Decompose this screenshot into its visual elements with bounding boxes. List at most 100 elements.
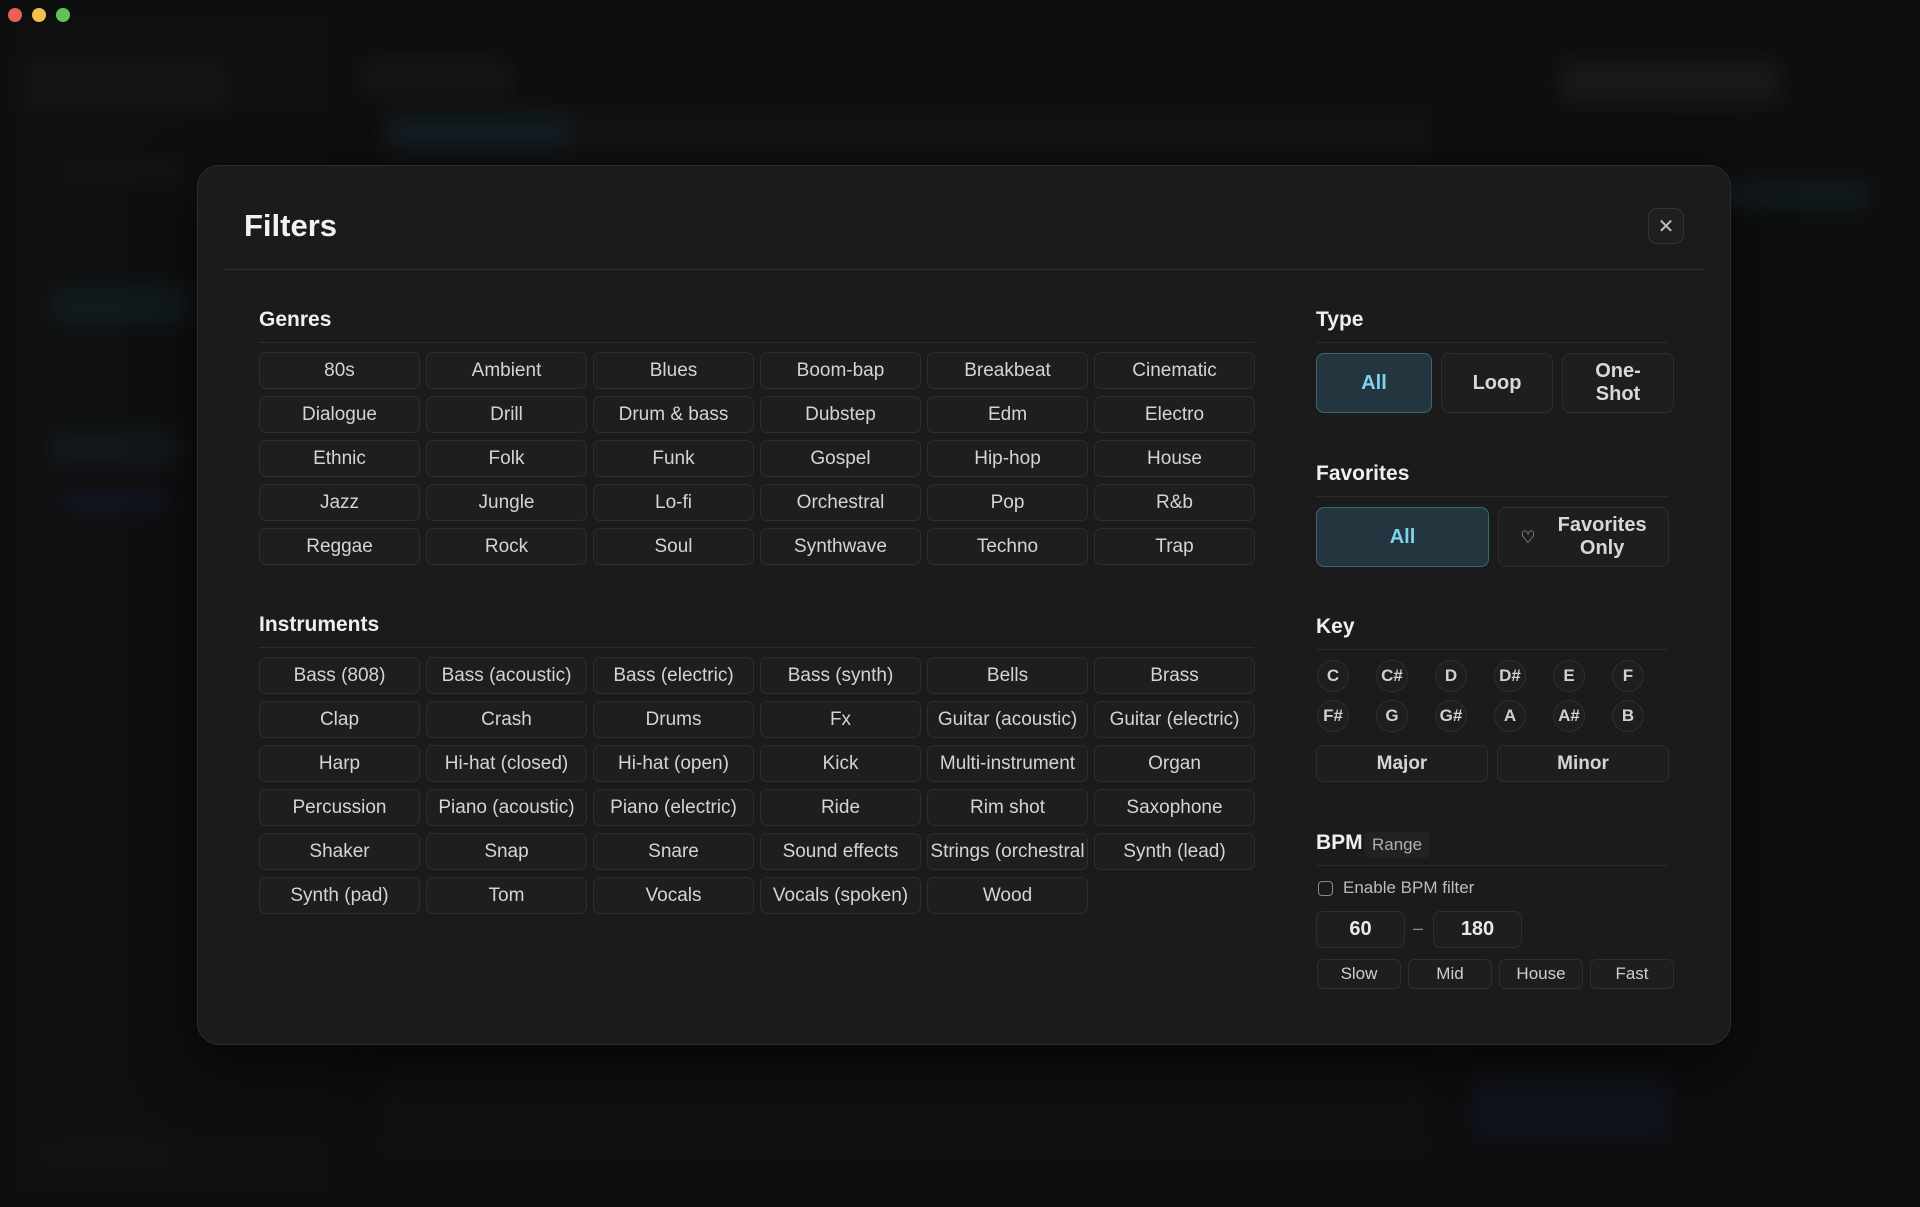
genre-chip-synthwave[interactable]: Synthwave	[760, 528, 921, 565]
instrument-chip-kick[interactable]: Kick	[760, 745, 921, 782]
instrument-chip-bass-acoustic[interactable]: Bass (acoustic)	[426, 657, 587, 694]
genre-chip-techno[interactable]: Techno	[927, 528, 1088, 565]
genre-chip-jazz[interactable]: Jazz	[259, 484, 420, 521]
genre-chip-dialogue[interactable]: Dialogue	[259, 396, 420, 433]
bpm-preset-slow-button[interactable]: Slow	[1317, 959, 1401, 989]
favorites-only-button[interactable]: ♡ Favorites Only	[1498, 507, 1669, 567]
zoom-window-button[interactable]	[56, 8, 70, 22]
key-note-a[interactable]: A	[1494, 700, 1526, 732]
genre-chip-boom-bap[interactable]: Boom-bap	[760, 352, 921, 389]
genre-chip-drill[interactable]: Drill	[426, 396, 587, 433]
key-note-c-sharp[interactable]: C#	[1376, 660, 1408, 692]
genre-chip-reggae[interactable]: Reggae	[259, 528, 420, 565]
instrument-chip-snap[interactable]: Snap	[426, 833, 587, 870]
key-note-f-sharp[interactable]: F#	[1317, 700, 1349, 732]
instrument-chip-rim-shot[interactable]: Rim shot	[927, 789, 1088, 826]
instrument-chip-vocals[interactable]: Vocals	[593, 877, 754, 914]
bpm-min-input[interactable]: 60	[1316, 911, 1405, 948]
genre-chip-lo-fi[interactable]: Lo-fi	[593, 484, 754, 521]
type-one-shot-button[interactable]: One- Shot	[1562, 353, 1674, 413]
instrument-chip-fx[interactable]: Fx	[760, 701, 921, 738]
type-all-button[interactable]: All	[1316, 353, 1432, 413]
key-mode-minor-button[interactable]: Minor	[1497, 745, 1669, 782]
key-note-d[interactable]: D	[1435, 660, 1467, 692]
genre-chip-rock[interactable]: Rock	[426, 528, 587, 565]
genre-chip-soul[interactable]: Soul	[593, 528, 754, 565]
instrument-chip-guitar-acoustic[interactable]: Guitar (acoustic)	[927, 701, 1088, 738]
genre-chip-blues[interactable]: Blues	[593, 352, 754, 389]
genre-chip-hip-hop[interactable]: Hip-hop	[927, 440, 1088, 477]
genre-chip-orchestral[interactable]: Orchestral	[760, 484, 921, 521]
instrument-chip-saxophone[interactable]: Saxophone	[1094, 789, 1255, 826]
genre-chip-gospel[interactable]: Gospel	[760, 440, 921, 477]
genre-chip-trap[interactable]: Trap	[1094, 528, 1255, 565]
key-note-e[interactable]: E	[1553, 660, 1585, 692]
instrument-chip-hi-hat-closed[interactable]: Hi-hat (closed)	[426, 745, 587, 782]
key-note-b[interactable]: B	[1612, 700, 1644, 732]
key-note-f[interactable]: F	[1612, 660, 1644, 692]
genre-chip-pop[interactable]: Pop	[927, 484, 1088, 521]
enable-bpm-checkbox[interactable]	[1318, 880, 1333, 896]
instrument-chip-piano-acoustic[interactable]: Piano (acoustic)	[426, 789, 587, 826]
bpm-preset-fast-button[interactable]: Fast	[1590, 959, 1674, 989]
genre-chip-electro[interactable]: Electro	[1094, 396, 1255, 433]
instrument-chip-multi-instrument[interactable]: Multi-instrument	[927, 745, 1088, 782]
instrument-chip-brass[interactable]: Brass	[1094, 657, 1255, 694]
instrument-chip-bass-electric[interactable]: Bass (electric)	[593, 657, 754, 694]
key-note-g-sharp[interactable]: G#	[1435, 700, 1467, 732]
key-title: Key	[1316, 615, 1355, 638]
bpm-preset-mid-button[interactable]: Mid	[1408, 959, 1492, 989]
genre-chip-dubstep[interactable]: Dubstep	[760, 396, 921, 433]
genre-chip-80s[interactable]: 80s	[259, 352, 420, 389]
instrument-chip-crash[interactable]: Crash	[426, 701, 587, 738]
key-note-d-sharp[interactable]: D#	[1494, 660, 1526, 692]
instrument-chip-ride[interactable]: Ride	[760, 789, 921, 826]
instrument-chip-sound-effects[interactable]: Sound effects	[760, 833, 921, 870]
genre-chip-cinematic[interactable]: Cinematic	[1094, 352, 1255, 389]
close-icon: ✕	[1657, 215, 1675, 238]
genre-chip-breakbeat[interactable]: Breakbeat	[927, 352, 1088, 389]
instrument-chip-snare[interactable]: Snare	[593, 833, 754, 870]
instrument-chip-bells[interactable]: Bells	[927, 657, 1088, 694]
instrument-chip-vocals-spoken[interactable]: Vocals (spoken)	[760, 877, 921, 914]
instrument-chip-wood[interactable]: Wood	[927, 877, 1088, 914]
genre-chip-jungle[interactable]: Jungle	[426, 484, 587, 521]
instrument-chip-percussion[interactable]: Percussion	[259, 789, 420, 826]
instrument-chip-drums[interactable]: Drums	[593, 701, 754, 738]
instrument-chip-strings-orchestral[interactable]: Strings (orchestral	[927, 833, 1088, 870]
favorites-all-button[interactable]: All	[1316, 507, 1489, 567]
bpm-max-input[interactable]: 180	[1433, 911, 1522, 948]
instrument-chip-bass-808[interactable]: Bass (808)	[259, 657, 420, 694]
instrument-chip-organ[interactable]: Organ	[1094, 745, 1255, 782]
instrument-chip-bass-synth[interactable]: Bass (synth)	[760, 657, 921, 694]
instrument-chip-synth-pad[interactable]: Synth (pad)	[259, 877, 420, 914]
instrument-chip-clap[interactable]: Clap	[259, 701, 420, 738]
key-note-c[interactable]: C	[1317, 660, 1349, 692]
key-mode-major-button[interactable]: Major	[1316, 745, 1488, 782]
minimize-window-button[interactable]	[32, 8, 46, 22]
type-loop-button[interactable]: Loop	[1441, 353, 1553, 413]
genre-chip-drum-bass[interactable]: Drum & bass	[593, 396, 754, 433]
instrument-chip-synth-lead[interactable]: Synth (lead)	[1094, 833, 1255, 870]
genre-chip-house[interactable]: House	[1094, 440, 1255, 477]
instrument-chip-guitar-electric[interactable]: Guitar (electric)	[1094, 701, 1255, 738]
genre-chip-funk[interactable]: Funk	[593, 440, 754, 477]
instrument-chip-harp[interactable]: Harp	[259, 745, 420, 782]
genre-chip-ethnic[interactable]: Ethnic	[259, 440, 420, 477]
genre-chip-ambient[interactable]: Ambient	[426, 352, 587, 389]
instrument-chip-hi-hat-open[interactable]: Hi-hat (open)	[593, 745, 754, 782]
genre-chip-folk[interactable]: Folk	[426, 440, 587, 477]
key-note-g[interactable]: G	[1376, 700, 1408, 732]
close-button[interactable]: ✕	[1648, 208, 1684, 244]
genre-chip-edm[interactable]: Edm	[927, 396, 1088, 433]
instrument-chip-tom[interactable]: Tom	[426, 877, 587, 914]
key-note-a-sharp[interactable]: A#	[1553, 700, 1585, 732]
genre-chip-r-b[interactable]: R&b	[1094, 484, 1255, 521]
close-window-button[interactable]	[8, 8, 22, 22]
enable-bpm-filter[interactable]: Enable BPM filter	[1318, 878, 1474, 898]
instrument-chip-piano-electric[interactable]: Piano (electric)	[593, 789, 754, 826]
modal-title: Filters	[244, 208, 338, 243]
instruments-rule	[259, 647, 1254, 648]
bpm-preset-house-button[interactable]: House	[1499, 959, 1583, 989]
instrument-chip-shaker[interactable]: Shaker	[259, 833, 420, 870]
